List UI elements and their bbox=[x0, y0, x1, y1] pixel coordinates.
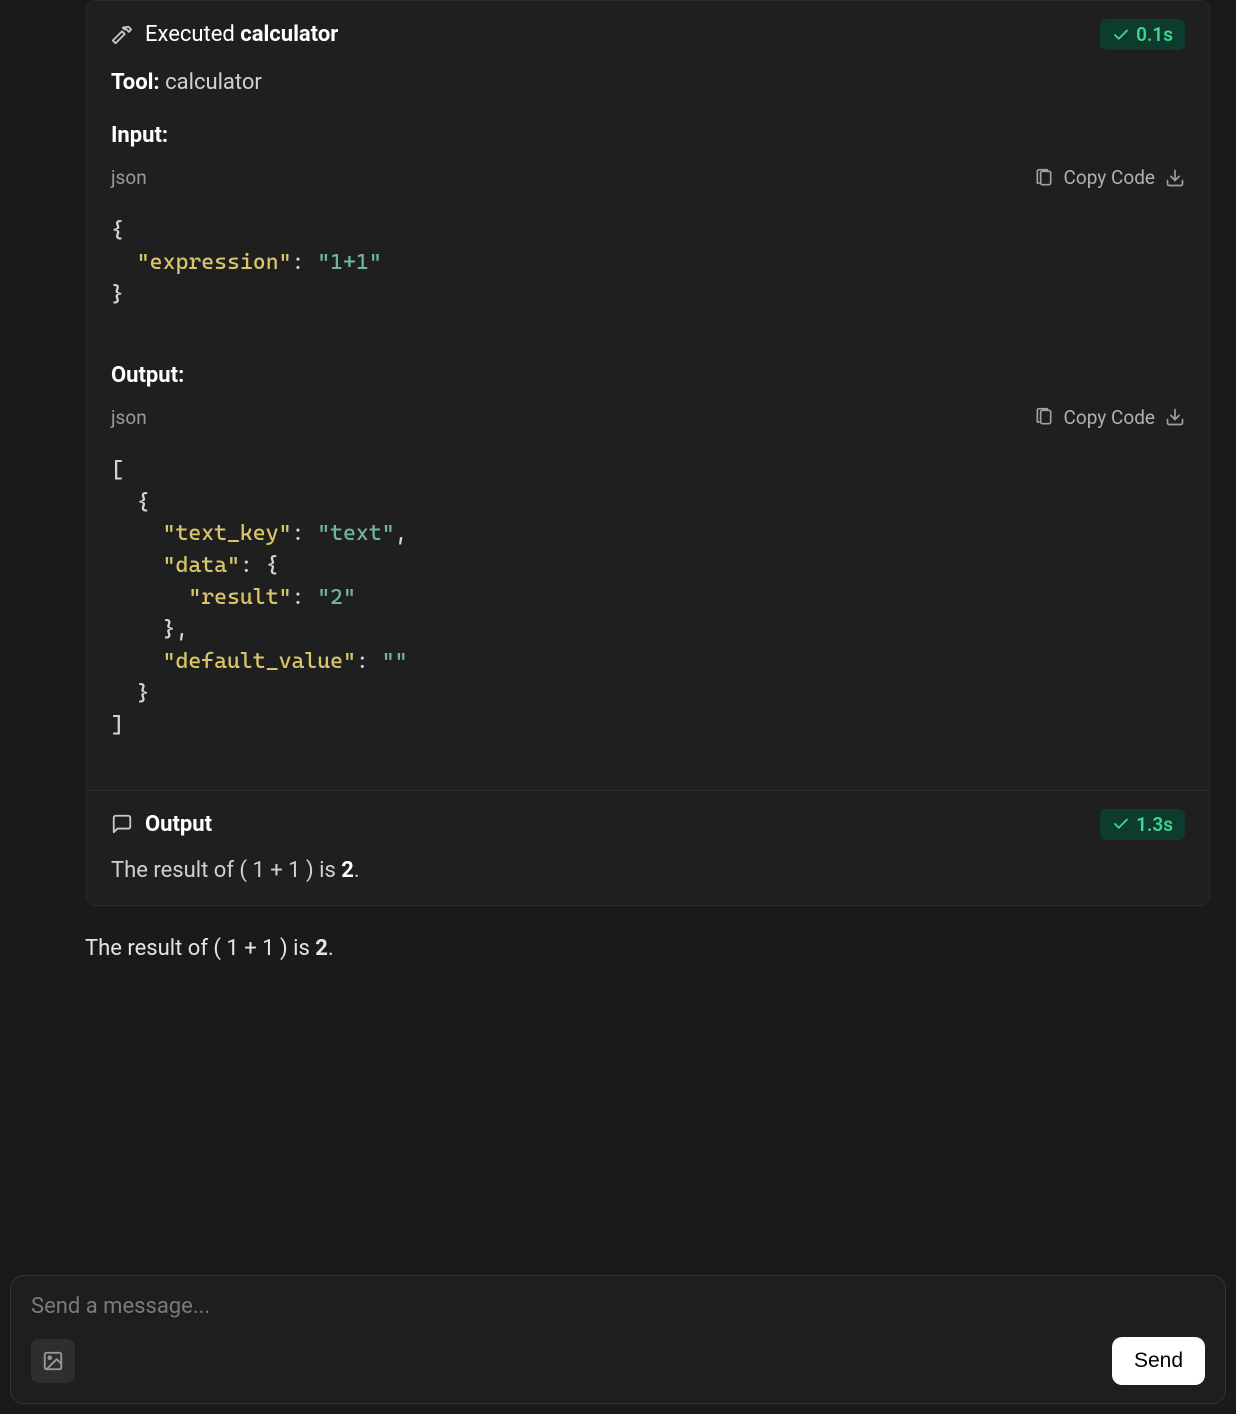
attach-image-button[interactable] bbox=[31, 1339, 75, 1383]
response-bold: 2 bbox=[315, 936, 328, 961]
response-prefix: The result of ( 1 + 1 ) is bbox=[85, 936, 315, 961]
download-icon[interactable] bbox=[1165, 407, 1185, 427]
tool-name: calculator bbox=[165, 70, 262, 95]
output-text-suffix: . bbox=[354, 858, 360, 883]
output-text: The result of ( 1 + 1 ) is 2. bbox=[111, 840, 1185, 883]
check-icon bbox=[1112, 815, 1130, 833]
duration-badge: 0.1s bbox=[1100, 19, 1185, 50]
duration-text: 1.3s bbox=[1136, 813, 1173, 836]
assistant-response: The result of ( 1 + 1 ) is 2. bbox=[85, 926, 1236, 979]
code-lang: json bbox=[111, 166, 147, 189]
tool-title: Executed calculator bbox=[145, 22, 338, 47]
output-text-bold: 2 bbox=[341, 858, 354, 883]
duration-badge: 1.3s bbox=[1100, 809, 1185, 840]
check-icon bbox=[1112, 26, 1130, 44]
message-input[interactable] bbox=[31, 1294, 1205, 1319]
tool-header: Executed calculator 0.1s bbox=[87, 1, 1209, 50]
output-text-prefix: The result of ( 1 + 1 ) is bbox=[111, 858, 341, 883]
hammer-icon bbox=[111, 24, 133, 46]
chat-icon bbox=[111, 813, 133, 835]
clipboard-icon[interactable] bbox=[1034, 407, 1054, 427]
duration-text: 0.1s bbox=[1136, 23, 1173, 46]
composer: Send bbox=[10, 1275, 1226, 1404]
input-label: Input: bbox=[87, 95, 1209, 148]
download-icon[interactable] bbox=[1165, 168, 1185, 188]
copy-code-button[interactable]: Copy Code bbox=[1064, 406, 1155, 429]
output-title: Output bbox=[145, 812, 212, 837]
output-code-body: [ { "text_key": "text", "data": { "resul… bbox=[111, 443, 1185, 766]
output-code-block: json Copy Code bbox=[111, 406, 1185, 766]
code-lang: json bbox=[111, 406, 147, 429]
input-code-body: { "expression": "1+1" } bbox=[111, 203, 1185, 335]
output-section: Output 1.3s The result of ( 1 + 1 ) is 2… bbox=[87, 790, 1209, 905]
tool-meta: Tool: calculator bbox=[87, 50, 1209, 95]
response-suffix: . bbox=[328, 936, 334, 961]
send-button[interactable]: Send bbox=[1112, 1337, 1205, 1385]
input-code-block: json Copy Code bbox=[111, 166, 1185, 335]
tool-title-name: calculator bbox=[240, 22, 338, 47]
copy-code-button[interactable]: Copy Code bbox=[1064, 166, 1155, 189]
tool-label: Tool: bbox=[111, 70, 160, 95]
clipboard-icon[interactable] bbox=[1034, 168, 1054, 188]
tool-execution-card: Executed calculator 0.1s Tool: calculato… bbox=[86, 0, 1210, 906]
image-icon bbox=[42, 1350, 64, 1372]
tool-title-prefix: Executed bbox=[145, 22, 240, 47]
output-label: Output: bbox=[87, 335, 1209, 388]
